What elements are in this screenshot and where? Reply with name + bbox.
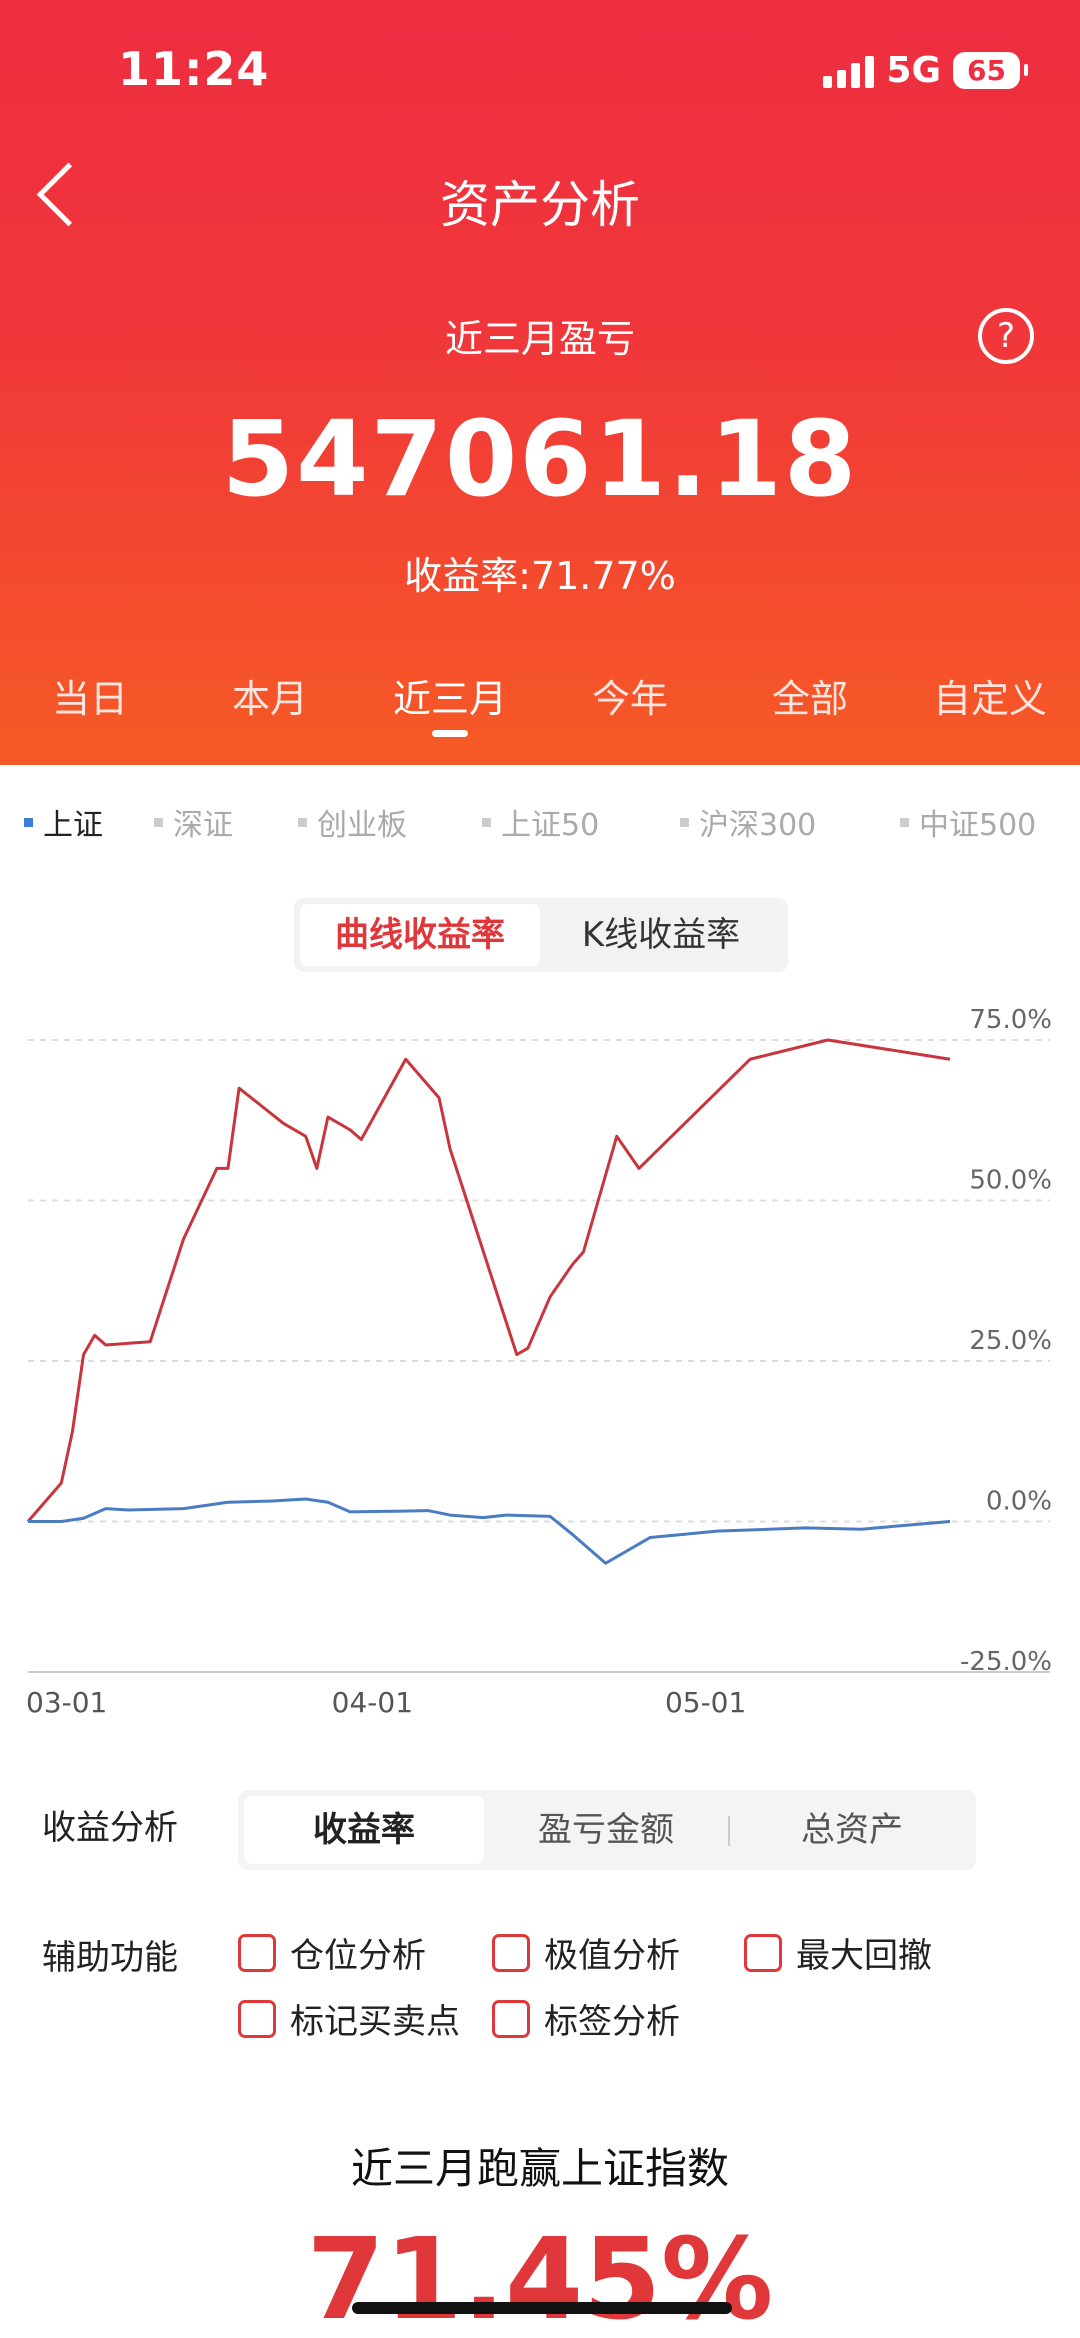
tab-custom[interactable]: 自定义	[900, 668, 1080, 723]
index-return-line	[28, 1497, 951, 1565]
checkbox-icon	[238, 1933, 276, 1972]
analysis-label: 收益分析	[42, 1808, 178, 1848]
battery-icon: 65	[953, 52, 1028, 89]
y-tick-label: 25.0%	[969, 1326, 1052, 1356]
legend-dot	[900, 817, 909, 827]
status-bar-right: 5G 65	[823, 50, 1028, 91]
chart-svg: 75.0%50.0%25.0%0.0%-25.0%03-01 04-01 05-01	[26, 1005, 1052, 1719]
x-tick-label: 03-01	[26, 1686, 107, 1719]
chart-mode-toggle: 曲线收益率 K线收益率	[294, 898, 788, 972]
help-icon[interactable]: ?	[978, 308, 1034, 364]
tab-profit-amount[interactable]: 盈亏金额	[486, 1796, 726, 1864]
tab-all[interactable]: 全部	[720, 668, 900, 723]
period-tabs: 当日 本月 近三月 今年 全部 自定义	[0, 668, 1080, 728]
signal-icon	[823, 54, 875, 88]
y-tick-label: 0.0%	[986, 1487, 1052, 1517]
header: 11:24 5G 65 资产分析 近三月盈亏 ? 547061.18 收益率:7…	[0, 0, 1080, 765]
index-tabs: 上证 深证 创业板 上证50 沪深300 中证500	[0, 800, 1080, 850]
legend-dot	[298, 817, 307, 827]
aux-label: 辅助功能	[42, 1938, 178, 1978]
home-indicator	[352, 2302, 732, 2314]
profit-amount: 547061.18	[221, 398, 859, 520]
period-subtitle: 近三月盈亏	[444, 317, 635, 361]
checkbox-icon	[238, 1999, 276, 2038]
tab-return-rate[interactable]: 收益率	[244, 1796, 484, 1864]
index-tab-zz500[interactable]: 中证500	[900, 800, 1036, 844]
network-label: 5G	[886, 50, 942, 91]
segment-divider	[728, 1816, 730, 1846]
checkbox-max-drawdown[interactable]: 最大回撤	[744, 1928, 932, 1977]
portfolio-return-line	[26, 1038, 951, 1523]
kline-return-button[interactable]: K线收益率	[540, 904, 782, 966]
checkbox-label: 标签分析	[544, 2002, 680, 2042]
status-time: 11:24	[118, 42, 270, 96]
tab-three-months[interactable]: 近三月	[360, 668, 540, 723]
checkbox-tag-analysis[interactable]: 标签分析	[492, 1994, 680, 2043]
active-tab-indicator	[432, 730, 468, 737]
checkbox-label: 仓位分析	[290, 1936, 426, 1976]
analysis-segment: 收益率 盈亏金额 总资产	[238, 1790, 976, 1870]
checkbox-icon	[744, 1933, 782, 1972]
curve-return-button[interactable]: 曲线收益率	[300, 904, 540, 966]
page-title: 资产分析	[440, 176, 640, 234]
checkbox-label: 标记买卖点	[290, 2002, 460, 2042]
index-tab-label: 深证	[173, 808, 233, 843]
index-tab-sz[interactable]: 深证	[154, 800, 233, 844]
tab-total-assets[interactable]: 总资产	[732, 1796, 972, 1864]
checkbox-icon	[492, 1933, 530, 1972]
x-tick-label: 04-01	[332, 1686, 413, 1719]
y-tick-label: 75.0%	[969, 1005, 1052, 1035]
beat-index-title: 近三月跑赢上证指数	[350, 2144, 729, 2193]
return-rate: 收益率:71.77%	[404, 554, 676, 598]
index-tab-hs300[interactable]: 沪深300	[680, 800, 816, 844]
index-tab-label: 上证50	[501, 808, 600, 843]
checkbox-position-analysis[interactable]: 仓位分析	[238, 1928, 426, 1977]
legend-dot	[154, 817, 163, 827]
index-tab-sh[interactable]: 上证	[24, 800, 103, 844]
checkbox-label: 最大回撤	[796, 1936, 932, 1976]
tab-year[interactable]: 今年	[540, 668, 720, 723]
checkbox-icon	[492, 1999, 530, 2038]
y-tick-label: 50.0%	[969, 1166, 1052, 1196]
index-tab-label: 沪深300	[699, 808, 817, 843]
tab-month[interactable]: 本月	[180, 668, 360, 723]
x-tick-label: 05-01	[665, 1686, 746, 1719]
index-tab-label: 创业板	[317, 808, 407, 843]
index-tab-sz50[interactable]: 上证50	[482, 800, 599, 844]
legend-dot	[24, 817, 33, 827]
tab-today[interactable]: 当日	[0, 668, 180, 723]
index-tab-label: 上证	[43, 808, 103, 843]
checkbox-label: 极值分析	[544, 1936, 680, 1976]
return-chart: 75.0% 50.0% 25.0% 0.0% -25.0% 03-01 04-01 05-01	[0, 990, 1080, 1740]
legend-dot	[482, 817, 491, 827]
checkbox-trade-marks[interactable]: 标记买卖点	[238, 1994, 460, 2043]
checkbox-extreme-analysis[interactable]: 极值分析	[492, 1928, 680, 1977]
index-tab-label: 中证500	[919, 808, 1037, 843]
legend-dot	[680, 817, 689, 827]
index-tab-cyb[interactable]: 创业板	[298, 800, 407, 844]
